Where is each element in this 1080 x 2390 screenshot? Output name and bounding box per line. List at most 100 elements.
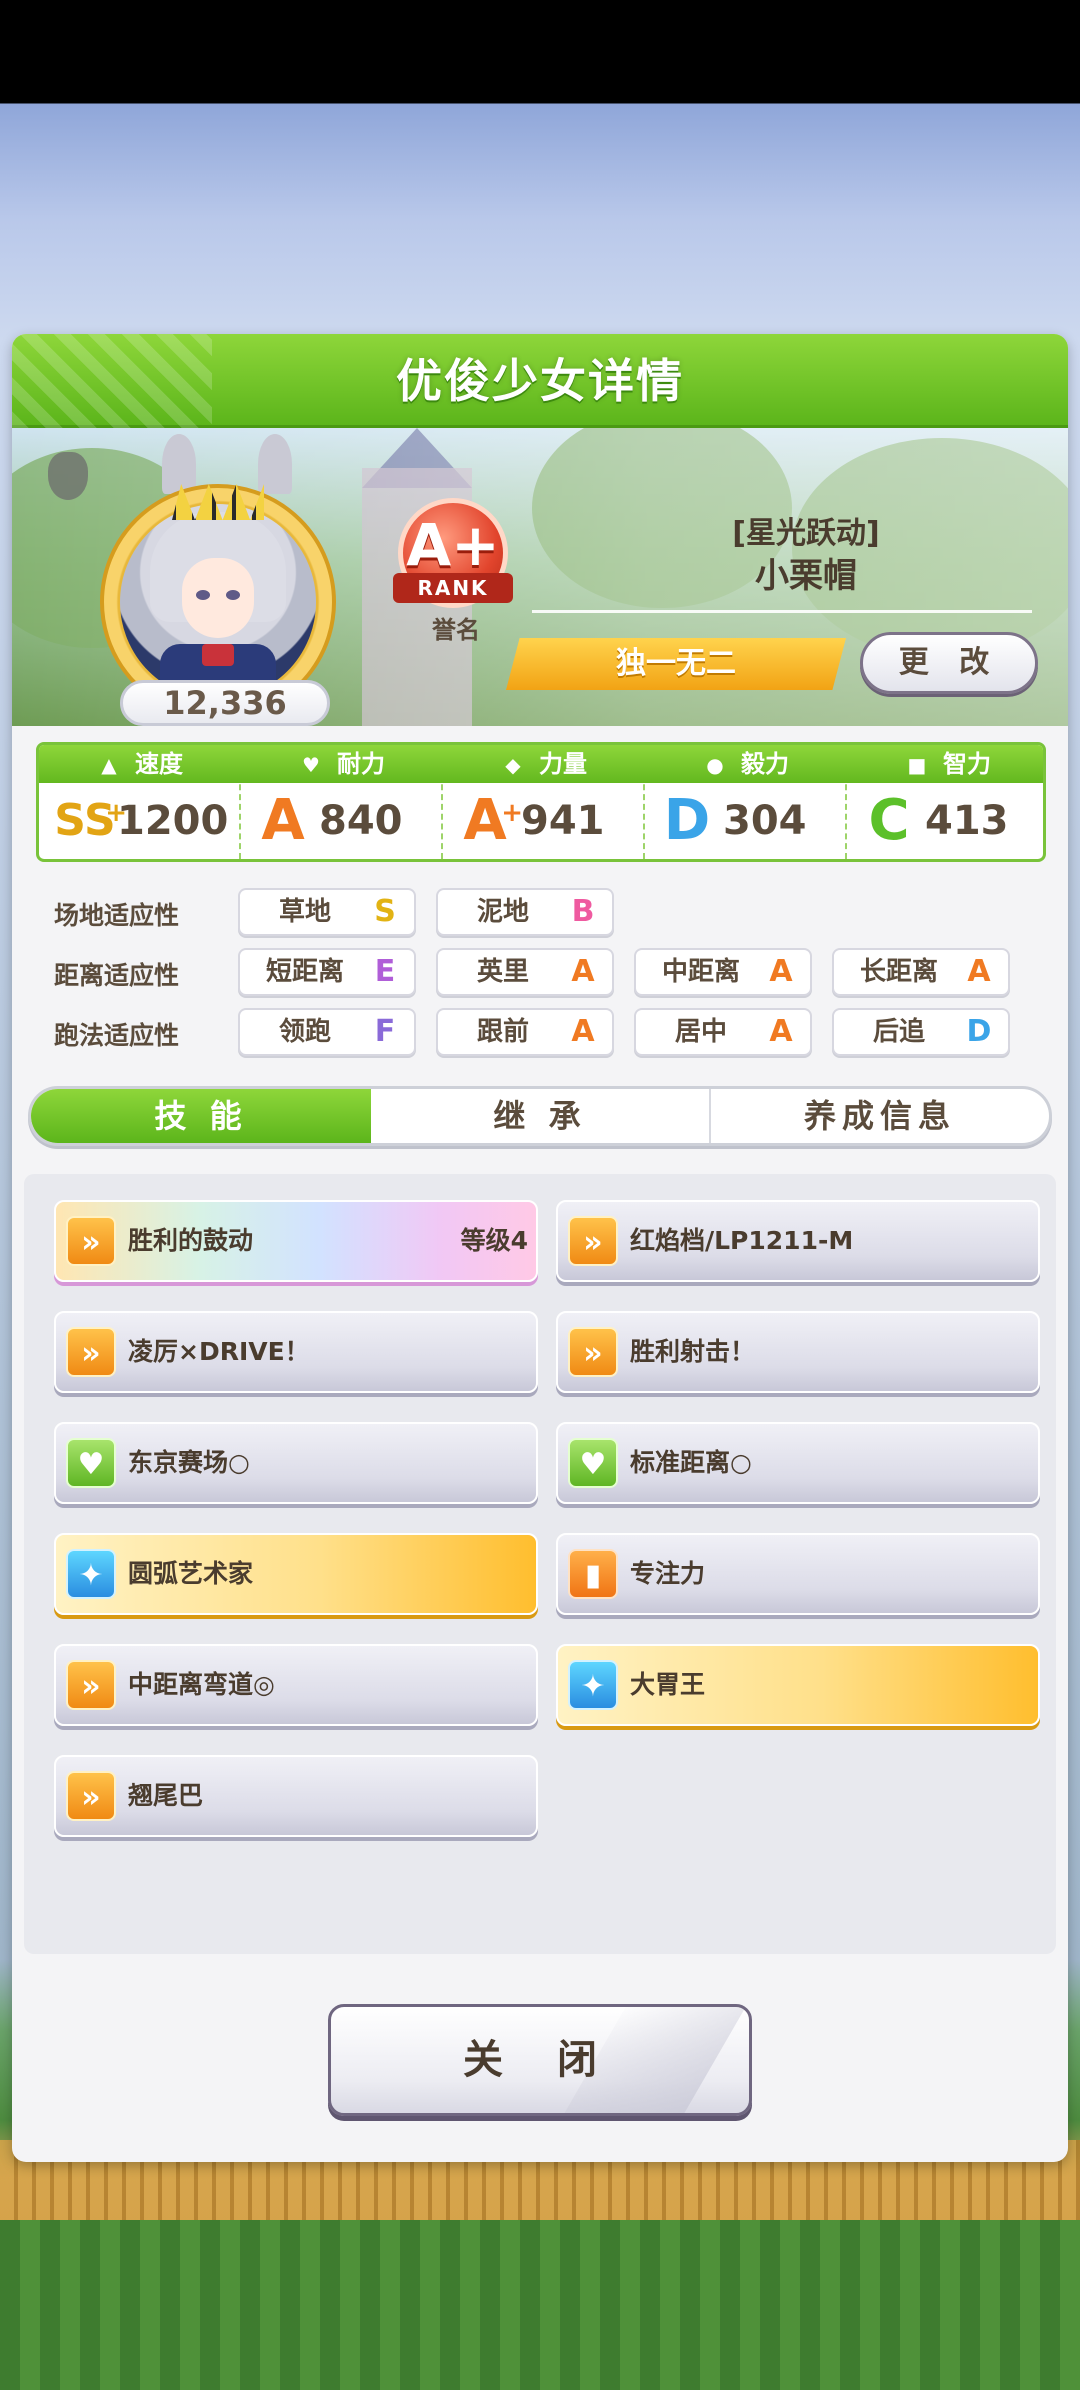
aptitude-grade: A bbox=[769, 1014, 793, 1049]
sparkle-icon: ✦ bbox=[66, 1549, 116, 1599]
style-aptitude-1: 跟前 A bbox=[436, 1008, 614, 1056]
running-icon: » bbox=[66, 1327, 116, 1377]
stat-header: ● 毅力 bbox=[645, 745, 847, 783]
skill-name: 圆弧艺术家 bbox=[128, 1559, 254, 1588]
stat-name: 耐力 bbox=[337, 750, 385, 778]
stat-3: ● 毅力 D 304 bbox=[645, 745, 847, 859]
portrait-bow bbox=[202, 644, 234, 666]
tab-0[interactable]: 技 能 bbox=[31, 1089, 371, 1143]
skill-item[interactable]: ♥ 标准距离○ bbox=[556, 1422, 1040, 1504]
skill-item[interactable]: » 凌厉×DRIVE！ bbox=[54, 1311, 538, 1393]
stat-grade: SS + bbox=[53, 789, 127, 853]
trainee-portrait[interactable] bbox=[120, 504, 316, 700]
skill-item[interactable]: » 中距离弯道◎ bbox=[54, 1644, 538, 1726]
close-button[interactable]: 关 闭 bbox=[328, 2004, 752, 2116]
aptitude-grade: S bbox=[374, 894, 396, 929]
shoe-icon: ▲ bbox=[101, 753, 117, 777]
stat-grade: C bbox=[861, 789, 917, 853]
aptitude-grade: A bbox=[967, 954, 991, 989]
divider bbox=[532, 610, 1032, 613]
change-title-button[interactable]: 更 改 bbox=[860, 632, 1038, 694]
stat-header: ◆ 力量 bbox=[443, 745, 645, 783]
skill-name: 东京赛场○ bbox=[128, 1448, 250, 1477]
aptitude-name: 泥地 bbox=[476, 897, 529, 927]
skill-name: 标准距离○ bbox=[630, 1448, 752, 1477]
skill-item[interactable]: » 红焰档/LP1211-M bbox=[556, 1200, 1040, 1282]
aptitude-name: 中距离 bbox=[661, 957, 740, 987]
stat-header: ■ 智力 bbox=[847, 745, 1043, 783]
heart-icon: ♥ bbox=[66, 1438, 116, 1488]
carrot-icon bbox=[48, 452, 88, 500]
skill-name: 翘尾巴 bbox=[128, 1781, 204, 1810]
dialog-header: 优俊少女详情 bbox=[12, 334, 1068, 428]
fan-count: 12,336 bbox=[120, 680, 330, 726]
stat-4: ■ 智力 C 413 bbox=[847, 745, 1043, 859]
trainee-detail-dialog: 优俊少女详情 12,336 A+ RANK 誉名 [星光跃动] 小栗帽 独一无二… bbox=[12, 334, 1068, 2162]
distance-aptitude-0: 短距离 E bbox=[238, 948, 416, 996]
aptitude-name: 领跑 bbox=[278, 1017, 331, 1047]
heart-icon: ♥ bbox=[302, 753, 320, 777]
stat-grade: A + bbox=[457, 788, 523, 853]
sparkle-icon: ✦ bbox=[568, 1660, 618, 1710]
stat-header: ▲ 速度 bbox=[39, 745, 241, 783]
muscle-icon: ◆ bbox=[505, 753, 521, 777]
trainee-name: 小栗帽 bbox=[755, 556, 857, 596]
skill-item[interactable]: ♥ 东京赛场○ bbox=[54, 1422, 538, 1504]
stat-1: ♥ 耐力 A 840 bbox=[241, 745, 443, 859]
aptitude-grade: E bbox=[374, 954, 396, 989]
stat-grade-letter: A bbox=[463, 788, 507, 853]
stat-value: 1200 bbox=[117, 798, 229, 844]
aptitude-grade: F bbox=[374, 1014, 396, 1049]
honor-label: 誉名 bbox=[432, 616, 480, 644]
style-aptitude-0: 领跑 F bbox=[238, 1008, 416, 1056]
stat-name: 力量 bbox=[539, 750, 587, 778]
horse-ear-right bbox=[258, 434, 292, 494]
tab-1[interactable]: 继 承 bbox=[371, 1089, 711, 1143]
skill-name: 胜利的鼓动 bbox=[128, 1226, 254, 1255]
skill-name: 大胃王 bbox=[630, 1670, 706, 1699]
skill-name: 中距离弯道◎ bbox=[128, 1670, 275, 1699]
skill-item[interactable]: ✦ 圆弧艺术家 bbox=[54, 1533, 538, 1615]
background-grass bbox=[0, 2220, 1080, 2390]
style-aptitude-2: 居中 A bbox=[634, 1008, 812, 1056]
aptitude-name: 跟前 bbox=[476, 1017, 529, 1047]
stat-0: ▲ 速度 SS +1200 bbox=[39, 745, 241, 859]
track-aptitude-label: 场地适应性 bbox=[54, 901, 180, 930]
stat-value: 304 bbox=[723, 798, 807, 844]
aptitude-grade: B bbox=[571, 894, 595, 929]
skill-list: » 胜利的鼓动 等级4 » 红焰档/LP1211-M » 凌厉×DRIVE！ » 胜利射击！ ♥ 东… bbox=[24, 1174, 1056, 1954]
stat-value: 413 bbox=[925, 798, 1009, 844]
aptitude-name: 长距离 bbox=[859, 957, 938, 987]
stats-panel: ▲ 速度 SS +1200 ♥ 耐力 A 840 ◆ 力量 A +941 ● 毅力 D 304 ■ 智力 C 413 bbox=[36, 742, 1046, 862]
stat-grade-plus: + bbox=[501, 798, 523, 828]
close-button-label: 关 闭 bbox=[463, 2037, 617, 2083]
distance-aptitude-3: 长距离 A bbox=[832, 948, 1010, 996]
heart-icon: ♥ bbox=[568, 1438, 618, 1488]
tab-2[interactable]: 养成信息 bbox=[711, 1089, 1049, 1143]
track-aptitude-0: 草地 S bbox=[238, 888, 416, 936]
stat-value: 941 bbox=[521, 798, 605, 844]
aptitude-grade: D bbox=[966, 1014, 992, 1049]
aptitude-grade: A bbox=[769, 954, 793, 989]
aptitude-name: 草地 bbox=[278, 897, 331, 927]
aptitude-grade: A bbox=[571, 1014, 595, 1049]
skill-item[interactable]: » 胜利射击！ bbox=[556, 1311, 1040, 1393]
distance-aptitude-1: 英里 A bbox=[436, 948, 614, 996]
distance-aptitude-2: 中距离 A bbox=[634, 948, 812, 996]
rank-grade: A+ bbox=[406, 511, 500, 579]
aptitude-name: 后追 bbox=[872, 1017, 925, 1047]
distance-aptitude-label: 距离适应性 bbox=[54, 961, 180, 990]
portrait-eye bbox=[226, 590, 240, 600]
rank-badge: A+ RANK bbox=[393, 498, 513, 608]
running-icon: » bbox=[66, 1771, 116, 1821]
skill-item[interactable]: ▮ 专注力 bbox=[556, 1533, 1040, 1615]
stat-2: ◆ 力量 A +941 bbox=[443, 745, 645, 859]
dialog-title: 优俊少女详情 bbox=[396, 354, 684, 408]
running-icon: » bbox=[568, 1216, 618, 1266]
skill-item[interactable]: » 胜利的鼓动 等级4 bbox=[54, 1200, 538, 1282]
portrait-eye bbox=[196, 590, 210, 600]
skill-item[interactable]: » 翘尾巴 bbox=[54, 1755, 538, 1837]
skill-item[interactable]: ✦ 大胃王 bbox=[556, 1644, 1040, 1726]
style-aptitude-3: 后追 D bbox=[832, 1008, 1010, 1056]
track-aptitude-1: 泥地 B bbox=[436, 888, 614, 936]
